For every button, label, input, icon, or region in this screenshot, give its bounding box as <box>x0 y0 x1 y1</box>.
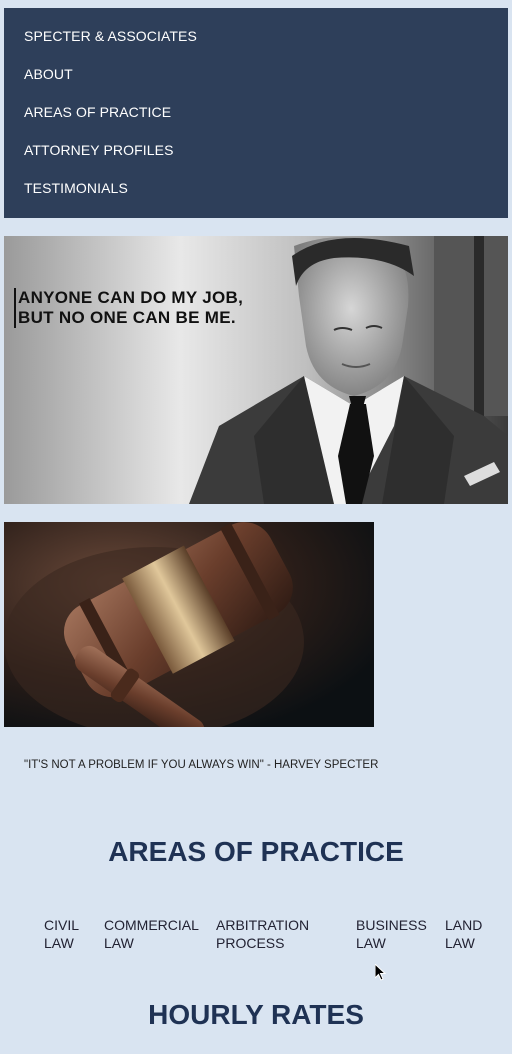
nav-item-brand[interactable]: SPECTER & ASSOCIATES <box>24 28 197 44</box>
practice-area-civil-law[interactable]: CIVIL LAW <box>44 916 79 952</box>
hero-quote-line-1: ANYONE CAN DO MY JOB, <box>18 288 244 307</box>
top-nav: SPECTER & ASSOCIATES ABOUT AREAS OF PRAC… <box>4 8 508 218</box>
practice-area-line-2: LAW <box>44 935 74 951</box>
practice-area-line-1: CIVIL <box>44 917 80 933</box>
practice-area-line-1: COMMERCIAL <box>104 917 199 933</box>
areas-of-practice-heading: AREAS OF PRACTICE <box>108 836 404 867</box>
gavel-illustration <box>4 522 374 727</box>
practice-area-line-1: LAND <box>445 917 483 933</box>
gavel-image <box>4 522 374 727</box>
mouse-cursor-icon <box>375 964 387 981</box>
practice-area-land-law[interactable]: LAND LAW <box>445 916 482 952</box>
practice-area-line-2: LAW <box>356 935 386 951</box>
hero-image: ANYONE CAN DO MY JOB, BUT NO ONE CAN BE … <box>4 236 508 504</box>
hero-quote-line-2: BUT NO ONE CAN BE ME. <box>18 308 236 327</box>
practice-area-arbitration-process[interactable]: ARBITRATION PROCESS <box>216 916 309 952</box>
nav-item-about[interactable]: ABOUT <box>24 66 73 82</box>
quote-caption: "IT'S NOT A PROBLEM IF YOU ALWAYS WIN" -… <box>24 759 379 771</box>
hero-quote: ANYONE CAN DO MY JOB, BUT NO ONE CAN BE … <box>14 288 243 328</box>
hero-portrait-illustration <box>4 236 508 504</box>
nav-item-attorney-profiles[interactable]: ATTORNEY PROFILES <box>24 142 174 158</box>
practice-area-line-2: PROCESS <box>216 935 285 951</box>
practice-area-line-2: LAW <box>445 935 475 951</box>
hourly-rates-heading: HOURLY RATES <box>148 999 364 1030</box>
nav-item-areas-of-practice[interactable]: AREAS OF PRACTICE <box>24 104 171 120</box>
practice-area-business-law[interactable]: BUSINESS LAW <box>356 916 427 952</box>
practice-area-commercial-law[interactable]: COMMERCIAL LAW <box>104 916 199 952</box>
practice-area-line-2: LAW <box>104 935 134 951</box>
practice-area-line-1: ARBITRATION <box>216 917 310 933</box>
practice-area-line-1: BUSINESS <box>356 917 427 933</box>
nav-item-testimonials[interactable]: TESTIMONIALS <box>24 180 128 196</box>
